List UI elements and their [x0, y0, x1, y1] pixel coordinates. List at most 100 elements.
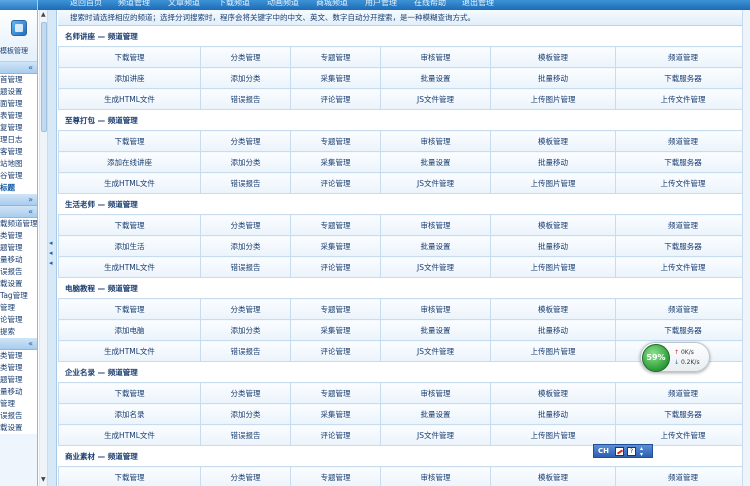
channel-action-link[interactable]: 审核管理 — [380, 466, 491, 486]
channel-action-link[interactable]: 分类管理 — [200, 214, 291, 236]
ime-mode-icon[interactable] — [615, 447, 624, 456]
channel-action-link[interactable]: 批量移动 — [490, 151, 616, 173]
sidebar-item[interactable]: 题管理 — [0, 242, 37, 254]
sidebar-group-toggle-icon[interactable]: « — [0, 206, 37, 218]
channel-action-link[interactable]: 错误报告 — [200, 424, 291, 446]
channel-action-link[interactable]: 评论管理 — [290, 424, 381, 446]
sidebar-item[interactable]: 首管理 — [0, 74, 37, 86]
channel-action-link[interactable]: 分类管理 — [200, 466, 291, 486]
ime-toolbar[interactable]: CH ? ▴ ▾ — [593, 444, 653, 458]
sidebar-item[interactable]: 理日志 — [0, 134, 37, 146]
channel-action-link[interactable]: 批量设置 — [380, 319, 491, 341]
channel-action-link[interactable]: 分类管理 — [200, 46, 291, 68]
sidebar-item[interactable]: 误报告 — [0, 410, 37, 422]
channel-action-link[interactable]: 下载服务器 — [615, 319, 750, 341]
channel-action-link[interactable]: 下载管理 — [58, 130, 201, 152]
sidebar-item[interactable]: 复管理 — [0, 122, 37, 134]
template-module-icon[interactable] — [11, 20, 27, 36]
channel-action-link[interactable]: 下载管理 — [58, 382, 201, 404]
sidebar-item[interactable]: 载频道管理 — [0, 218, 37, 230]
top-nav-item[interactable]: 商城频道 — [316, 0, 348, 10]
channel-action-link[interactable]: 生成HTML文件 — [58, 340, 201, 362]
channel-action-link[interactable]: 批量设置 — [380, 235, 491, 257]
channel-action-link[interactable]: 添加分类 — [200, 151, 291, 173]
sidebar-scrollbar[interactable]: ▲ ▼ — [40, 10, 48, 486]
channel-action-link[interactable]: 频道管理 — [615, 298, 750, 320]
channel-action-link[interactable]: 添加电脑 — [58, 319, 201, 341]
channel-action-link[interactable]: JS文件管理 — [380, 88, 491, 110]
channel-action-link[interactable]: 采集管理 — [290, 319, 381, 341]
channel-action-link[interactable]: 审核管理 — [380, 214, 491, 236]
sidebar-item[interactable]: 类管理 — [0, 362, 37, 374]
channel-action-link[interactable]: 上传文件管理 — [615, 256, 750, 278]
sidebar-module-header[interactable]: 模板管理 — [0, 10, 37, 62]
ime-help-icon[interactable]: ? — [627, 447, 636, 456]
channel-action-link[interactable]: 频道管理 — [615, 382, 750, 404]
channel-action-link[interactable]: 模板管理 — [490, 130, 616, 152]
channel-action-link[interactable]: 批量移动 — [490, 319, 616, 341]
top-nav-item[interactable]: 动画频道 — [267, 0, 299, 10]
sidebar-item[interactable]: 站地图 — [0, 158, 37, 170]
channel-action-link[interactable]: 批量设置 — [380, 67, 491, 89]
channel-action-link[interactable]: 下载管理 — [58, 298, 201, 320]
sidebar-item[interactable]: 量移动 — [0, 386, 37, 398]
channel-action-link[interactable]: JS文件管理 — [380, 256, 491, 278]
sidebar-item[interactable]: 客管理 — [0, 146, 37, 158]
sidebar-item[interactable]: 题管理 — [0, 374, 37, 386]
channel-action-link[interactable]: 上传图片管理 — [490, 340, 616, 362]
top-nav-item[interactable]: 在线帮助 — [414, 0, 446, 10]
sidebar-group-toggle-icon[interactable]: « — [0, 338, 37, 350]
channel-action-link[interactable]: 频道管理 — [615, 466, 750, 486]
channel-action-link[interactable]: 评论管理 — [290, 256, 381, 278]
top-nav-item[interactable]: 用户管理 — [365, 0, 397, 10]
channel-action-link[interactable]: 采集管理 — [290, 67, 381, 89]
channel-action-link[interactable]: 模板管理 — [490, 214, 616, 236]
channel-action-link[interactable]: 上传图片管理 — [490, 88, 616, 110]
channel-action-link[interactable]: 添加分类 — [200, 235, 291, 257]
channel-action-link[interactable]: 评论管理 — [290, 172, 381, 194]
channel-action-link[interactable]: 分类管理 — [200, 298, 291, 320]
channel-action-link[interactable]: 下载服务器 — [615, 151, 750, 173]
channel-action-link[interactable]: 上传文件管理 — [615, 424, 750, 446]
sidebar-item[interactable]: 面管理 — [0, 98, 37, 110]
channel-action-link[interactable]: 下载服务器 — [615, 235, 750, 257]
channel-action-link[interactable]: 上传图片管理 — [490, 172, 616, 194]
channel-action-link[interactable]: 分类管理 — [200, 382, 291, 404]
channel-action-link[interactable]: JS文件管理 — [380, 340, 491, 362]
channel-action-link[interactable]: 模板管理 — [490, 298, 616, 320]
channel-action-link[interactable]: 采集管理 — [290, 235, 381, 257]
channel-action-link[interactable]: 下载服务器 — [615, 403, 750, 425]
channel-action-link[interactable]: 审核管理 — [380, 46, 491, 68]
channel-action-link[interactable]: 评论管理 — [290, 340, 381, 362]
channel-action-link[interactable]: 批量移动 — [490, 67, 616, 89]
channel-action-link[interactable]: 错误报告 — [200, 256, 291, 278]
sidebar-item[interactable]: 提索 — [0, 326, 37, 338]
channel-action-link[interactable]: 采集管理 — [290, 151, 381, 173]
channel-action-link[interactable]: 审核管理 — [380, 298, 491, 320]
channel-action-link[interactable]: 生成HTML文件 — [58, 88, 201, 110]
ime-language[interactable]: CH — [598, 447, 609, 455]
sidebar-item[interactable]: 管理 — [0, 398, 37, 410]
channel-action-link[interactable]: 专题管理 — [290, 382, 381, 404]
sidebar-group-toggle-icon[interactable]: « — [0, 62, 37, 74]
sidebar-item[interactable]: 类管理 — [0, 350, 37, 362]
sidebar-item[interactable]: 载设置 — [0, 422, 37, 434]
channel-action-link[interactable]: 下载管理 — [58, 466, 201, 486]
channel-action-link[interactable]: JS文件管理 — [380, 172, 491, 194]
channel-action-link[interactable]: 专题管理 — [290, 298, 381, 320]
network-speed-widget[interactable]: 59% ↑ 0K/s ↓ 0.2K/s — [640, 342, 710, 372]
sidebar-item[interactable]: 误报告 — [0, 266, 37, 278]
channel-action-link[interactable]: 添加讲座 — [58, 67, 201, 89]
sidebar-item[interactable]: 表管理 — [0, 110, 37, 122]
channel-action-link[interactable]: 评论管理 — [290, 88, 381, 110]
channel-action-link[interactable]: 生成HTML文件 — [58, 256, 201, 278]
channel-action-link[interactable]: 错误报告 — [200, 172, 291, 194]
scroll-down-arrow-icon[interactable]: ▼ — [41, 476, 46, 483]
channel-action-link[interactable]: 添加在线讲座 — [58, 151, 201, 173]
channel-action-link[interactable]: 生成HTML文件 — [58, 424, 201, 446]
channel-action-link[interactable]: 添加名录 — [58, 403, 201, 425]
channel-action-link[interactable]: 批量设置 — [380, 151, 491, 173]
sidebar-item[interactable]: 谷管理 — [0, 170, 37, 182]
channel-action-link[interactable]: 上传文件管理 — [615, 88, 750, 110]
sidebar-group-toggle-icon[interactable]: » — [0, 194, 37, 206]
